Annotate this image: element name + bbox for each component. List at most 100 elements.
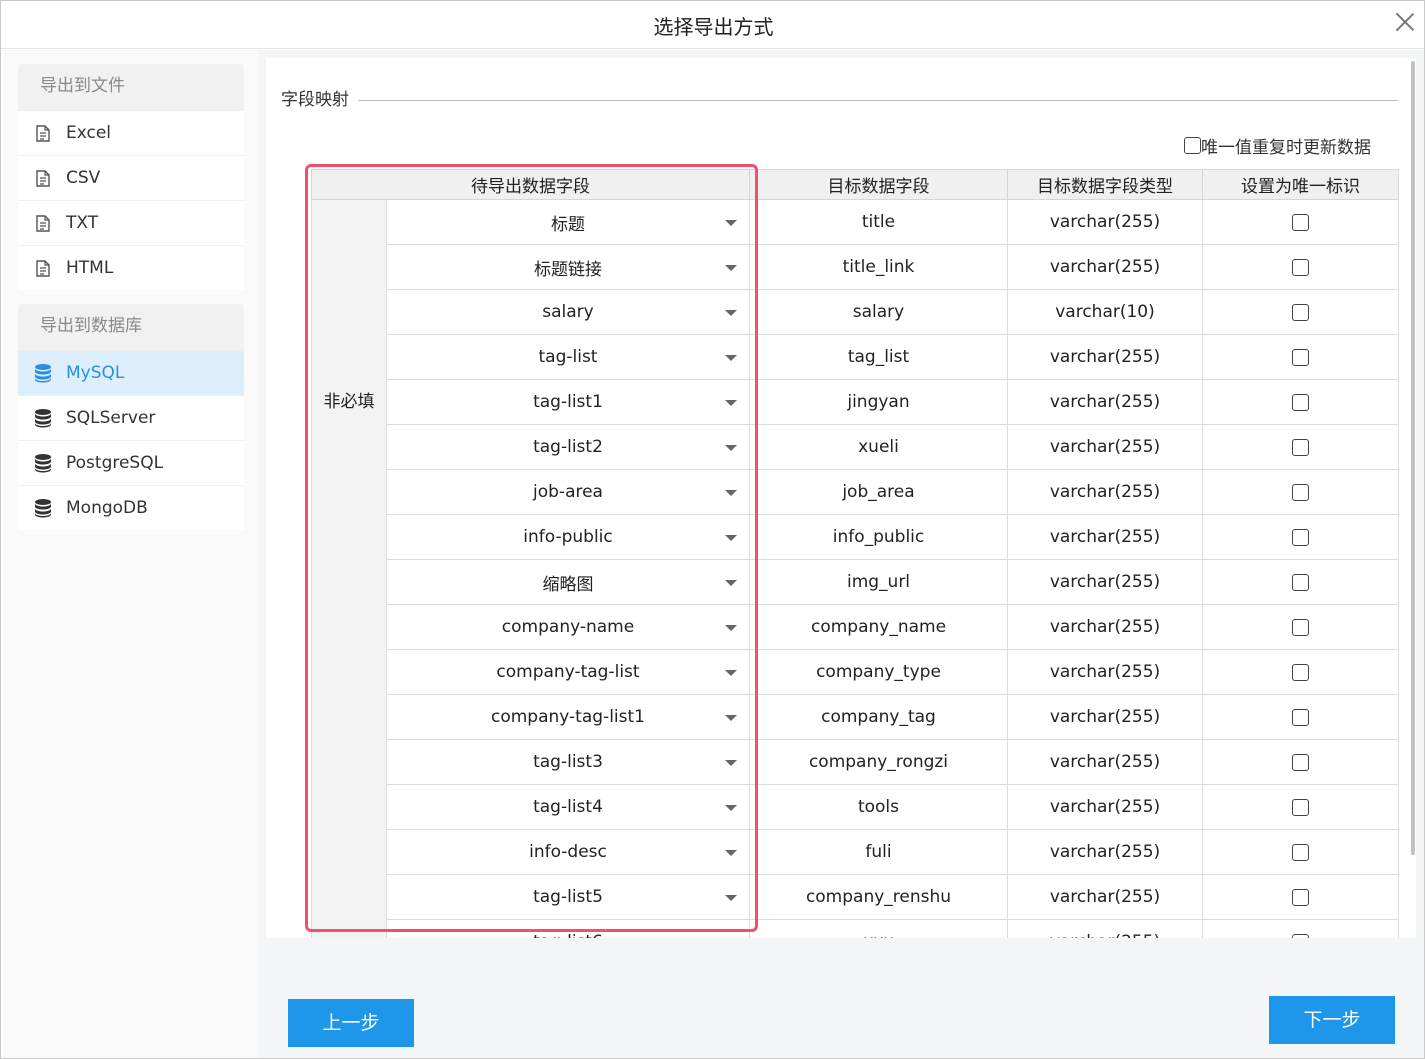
source-field-select[interactable]: tag-list6 (386, 919, 750, 938)
unique-key-cell (1202, 739, 1399, 785)
source-field-select[interactable]: salary (386, 289, 750, 335)
unique-update-option[interactable]: 唯一值重复时更新数据 (1184, 133, 1371, 158)
unique-key-checkbox[interactable] (1292, 348, 1309, 366)
source-field-select[interactable]: tag-list (386, 334, 750, 380)
source-field-select[interactable]: info-desc (386, 829, 750, 875)
file-icon (34, 124, 52, 142)
target-field-type: varchar(255) (1007, 244, 1203, 290)
source-field-select[interactable]: tag-list5 (386, 874, 750, 920)
source-field-select[interactable]: company-tag-list1 (386, 694, 750, 740)
unique-key-checkbox[interactable] (1292, 393, 1309, 411)
chevron-down-icon (725, 535, 737, 541)
source-field-select[interactable]: job-area (386, 469, 750, 515)
source-field-value: tag-list (538, 347, 598, 367)
sidebar-item-mongodb[interactable]: MongoDB (18, 485, 244, 530)
panel-scrollbar[interactable] (1411, 61, 1415, 855)
unique-key-checkbox[interactable] (1292, 663, 1309, 681)
table-row: tag-list2 xueli varchar(255) (312, 424, 1399, 470)
source-field-select[interactable]: tag-list4 (386, 784, 750, 830)
database-icon (34, 409, 52, 428)
source-field-value: 标题链接 (534, 259, 602, 280)
unique-key-checkbox[interactable] (1292, 933, 1309, 938)
chevron-down-icon (725, 715, 737, 721)
unique-key-cell (1202, 874, 1399, 920)
source-field-select[interactable]: 标题 (386, 199, 750, 245)
target-field-type: varchar(255) (1007, 919, 1203, 938)
sidebar-item-label: TXT (66, 212, 99, 233)
target-field-type: varchar(255) (1007, 694, 1203, 740)
unique-key-checkbox[interactable] (1292, 618, 1309, 636)
source-field-value: company-tag-list (496, 662, 640, 682)
source-field-value: company-tag-list1 (491, 707, 645, 727)
target-field: company_renshu (749, 874, 1008, 920)
unique-update-checkbox[interactable] (1184, 137, 1201, 154)
target-field: tools (749, 784, 1008, 830)
target-field-type: varchar(255) (1007, 829, 1203, 875)
source-field-select[interactable]: 标题链接 (386, 244, 750, 290)
source-field-select[interactable]: tag-list1 (386, 379, 750, 425)
export-dialog: 选择导出方式 导出到文件 Excel CSV TXT HTML 导出到数据库 MySQ… (0, 0, 1425, 1059)
file-group-heading: 导出到文件 (18, 64, 244, 110)
target-field-type: varchar(255) (1007, 469, 1203, 515)
file-icon (34, 214, 52, 232)
table-row: 缩略图 img_url varchar(255) (312, 559, 1399, 605)
target-field-type: varchar(255) (1007, 784, 1203, 830)
unique-key-checkbox[interactable] (1292, 213, 1309, 231)
chevron-down-icon (725, 310, 737, 316)
target-field-type: varchar(255) (1007, 199, 1203, 245)
unique-key-checkbox[interactable] (1292, 258, 1309, 276)
database-icon (34, 364, 52, 383)
unique-key-cell (1202, 469, 1399, 515)
target-field-type: varchar(10) (1007, 289, 1203, 335)
chevron-down-icon (725, 400, 737, 406)
unique-key-checkbox[interactable] (1292, 528, 1309, 546)
unique-key-checkbox[interactable] (1292, 573, 1309, 591)
col-header-target: 目标数据字段 (749, 169, 1008, 200)
sidebar-item-label: MongoDB (66, 497, 148, 518)
section-divider (358, 100, 1398, 101)
sidebar-item-excel[interactable]: Excel (18, 110, 244, 155)
source-field-select[interactable]: company-tag-list (386, 649, 750, 695)
sidebar-item-label: HTML (66, 257, 114, 278)
sidebar-item-postgresql[interactable]: PostgreSQL (18, 440, 244, 485)
target-field: tag_list (749, 334, 1008, 380)
section-title: 字段映射 (281, 85, 353, 110)
chevron-down-icon (725, 265, 737, 271)
unique-key-checkbox[interactable] (1292, 753, 1309, 771)
sidebar-item-mysql[interactable]: MySQL (18, 350, 244, 395)
col-header-source: 待导出数据字段 (311, 169, 750, 200)
prev-step-button[interactable]: 上一步 (288, 999, 414, 1047)
dialog-titlebar: 选择导出方式 (1, 1, 1424, 49)
source-field-select[interactable]: 缩略图 (386, 559, 750, 605)
close-icon[interactable] (1394, 11, 1416, 33)
sidebar-item-sqlserver[interactable]: SQLServer (18, 395, 244, 440)
sidebar-item-csv[interactable]: CSV (18, 155, 244, 200)
unique-key-checkbox[interactable] (1292, 303, 1309, 321)
chevron-down-icon (725, 760, 737, 766)
next-step-button[interactable]: 下一步 (1269, 996, 1395, 1044)
target-field-type: varchar(255) (1007, 604, 1203, 650)
sidebar-item-label: SQLServer (66, 407, 156, 428)
source-field-select[interactable]: company-name (386, 604, 750, 650)
unique-key-checkbox[interactable] (1292, 483, 1309, 501)
unique-key-checkbox[interactable] (1292, 888, 1309, 906)
sidebar-item-html[interactable]: HTML (18, 245, 244, 290)
table-row: info-desc fuli varchar(255) (312, 829, 1399, 875)
unique-key-checkbox[interactable] (1292, 438, 1309, 456)
unique-update-label: 唯一值重复时更新数据 (1201, 138, 1371, 158)
unique-key-checkbox[interactable] (1292, 708, 1309, 726)
sidebar-item-label: Excel (66, 122, 112, 143)
sidebar-item-txt[interactable]: TXT (18, 200, 244, 245)
unique-key-checkbox[interactable] (1292, 798, 1309, 816)
file-icon (34, 259, 52, 277)
table-row: company-tag-list company_type varchar(255) (312, 649, 1399, 695)
table-row: info-public info_public varchar(255) (312, 514, 1399, 560)
source-field-select[interactable]: tag-list3 (386, 739, 750, 785)
table-row: tag-list4 tools varchar(255) (312, 784, 1399, 830)
target-field: img_url (749, 559, 1008, 605)
table-row: salary salary varchar(10) (312, 289, 1399, 335)
source-field-select[interactable]: tag-list2 (386, 424, 750, 470)
source-field-value: tag-list5 (533, 887, 603, 907)
source-field-select[interactable]: info-public (386, 514, 750, 560)
unique-key-checkbox[interactable] (1292, 843, 1309, 861)
